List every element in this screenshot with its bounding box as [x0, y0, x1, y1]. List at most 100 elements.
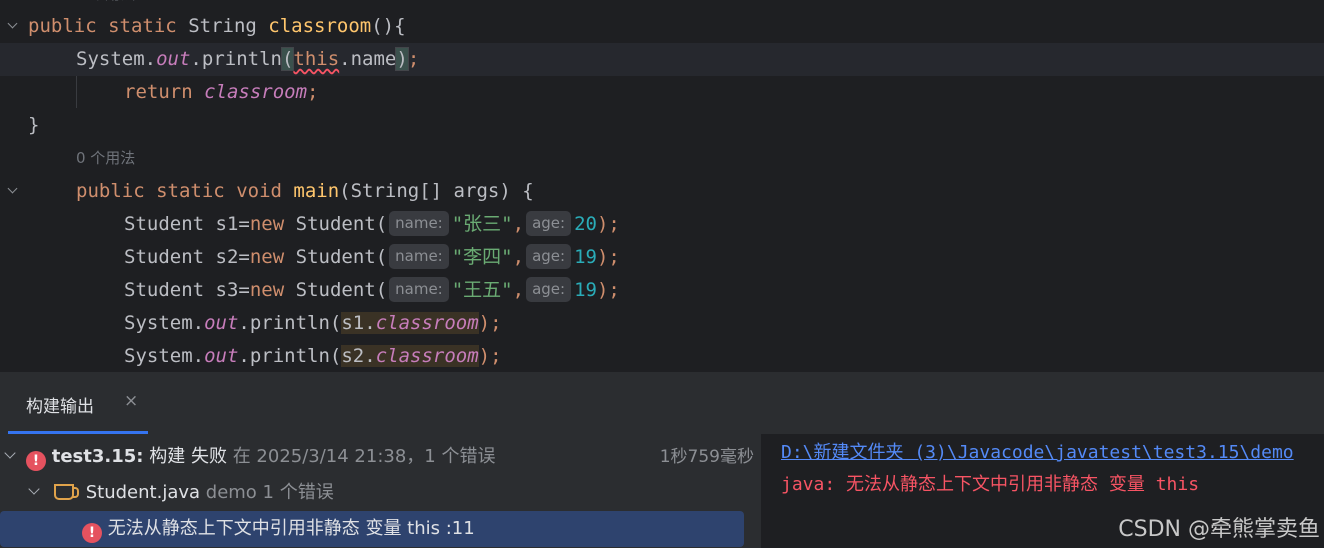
student-decl: Student s3=: [124, 279, 250, 301]
identifier-system: System.: [124, 312, 205, 334]
identifier-system: System: [76, 48, 145, 70]
console-error-prefix: java:: [781, 474, 836, 495]
constructor-call: Student(: [295, 279, 388, 301]
tree-node-build-root[interactable]: ! test3.15: 构建 失败 在 2025/3/14 21:38，1 个错…: [0, 439, 760, 475]
keyword-this-error[interactable]: this: [293, 48, 339, 70]
watermark: CSDN @牵熊掌卖鱼: [1118, 517, 1320, 542]
keyword-return: return: [124, 81, 193, 103]
field-classroom: classroom: [375, 345, 479, 367]
build-detail: 在 2025/3/14 21:38，1 个错误: [232, 446, 496, 467]
code-line-student-3[interactable]: Student s3=new Student(name: "王五", age: 19)…: [0, 274, 1324, 307]
semicolon: ;: [407, 48, 420, 70]
paren-close-highlight: ): [395, 47, 409, 71]
field-out: out: [204, 312, 239, 334]
number-literal: 20: [574, 213, 597, 235]
number-literal: 19: [574, 246, 597, 268]
usage-hint: 0 个用法: [76, 149, 136, 167]
comma: ,: [512, 213, 525, 235]
error-message: 无法从静态上下文中引用非静态 变量 this :11: [107, 518, 475, 539]
param-hint-name: name:: [389, 244, 449, 269]
build-status: 构建 失败: [149, 446, 227, 467]
string-literal: "王五": [451, 279, 513, 301]
console-error-message: 无法从静态上下文中引用非静态 变量: [846, 474, 1145, 495]
variable-ref: s1.: [341, 312, 376, 334]
string-literal: "李四": [451, 246, 513, 268]
method-classroom: classroom: [268, 15, 372, 37]
keyword-public: public: [28, 15, 97, 37]
keyword-public: public: [76, 180, 145, 202]
code-line-student-1[interactable]: Student s1=new Student(name: "张三", age: 20)…: [0, 208, 1324, 241]
method-println: .println(: [238, 312, 342, 334]
module-name: demo: [205, 482, 257, 503]
error-count: 1 个错误: [262, 482, 334, 503]
build-console[interactable]: D:\新建文件夹 (3)\Javacode\javatest\test3.15\…: [761, 434, 1324, 548]
main-params: (String[] args) {: [339, 180, 534, 202]
console-error-keyword: this: [1155, 474, 1200, 495]
param-hint-name: name:: [389, 277, 449, 302]
file-name: Student.java: [85, 482, 201, 503]
code-line-main[interactable]: public static void main(String[] args) {: [0, 175, 1324, 208]
chevron-down-icon[interactable]: [4, 449, 16, 461]
tool-tab-bar: 构建输出 ×: [0, 372, 1324, 434]
error-icon: !: [26, 451, 46, 471]
constructor-call: Student(: [295, 246, 388, 268]
statement-end: );: [596, 279, 620, 301]
close-icon[interactable]: ×: [124, 391, 138, 411]
build-tree[interactable]: ! test3.15: 构建 失败 在 2025/3/14 21:38，1 个错…: [0, 434, 760, 548]
param-hint-age: age:: [526, 211, 572, 236]
keyword-static: static: [156, 180, 225, 202]
number-literal: 19: [574, 279, 597, 301]
identifier-system: System.: [124, 345, 205, 367]
source-path-link[interactable]: D:\新建文件夹 (3)\Javacode\javatest\test3.15\…: [781, 442, 1294, 463]
param-hint-name: name:: [389, 211, 449, 236]
method-println: .println(: [238, 345, 342, 367]
code-line-print-1[interactable]: System.out.println(s1.classroom);: [0, 307, 1324, 340]
code-editor[interactable]: 0 个用法 public static String classroom(){ …: [0, 0, 1324, 371]
paren-open-highlight: (: [280, 47, 295, 71]
tree-node-file[interactable]: Student.java demo 1 个错误: [0, 475, 760, 511]
java-file-icon: [54, 484, 79, 500]
build-target-name: test3.15:: [51, 446, 144, 467]
code-punct: (){: [371, 15, 406, 37]
tab-build-output[interactable]: 构建输出 ×: [8, 372, 148, 434]
fold-chevron-icon[interactable]: [6, 184, 20, 198]
keyword-new: new: [249, 279, 285, 301]
statement-end: );: [478, 345, 502, 367]
code-line-2[interactable]: System.out.println(this.name);: [0, 43, 1324, 76]
fold-chevron-icon[interactable]: [6, 19, 20, 33]
keyword-new: new: [249, 213, 285, 235]
chevron-down-icon[interactable]: [28, 485, 40, 497]
field-name: .name: [339, 48, 397, 70]
code-line-print-2[interactable]: System.out.println(s2.classroom);: [0, 340, 1324, 371]
type-string: String: [188, 15, 257, 37]
variable-ref: s2.: [341, 345, 376, 367]
tab-label: 构建输出: [26, 397, 94, 417]
error-icon: !: [82, 523, 102, 543]
semicolon: ;: [307, 81, 319, 103]
code-line-1[interactable]: public static String classroom(){: [0, 10, 1324, 43]
build-duration: 1秒759毫秒: [659, 447, 754, 467]
keyword-new: new: [249, 246, 285, 268]
method-println: println: [201, 48, 282, 70]
method-main: main: [293, 180, 340, 202]
param-hint-age: age:: [526, 244, 572, 269]
comma: ,: [512, 279, 525, 301]
student-decl: Student s1=: [124, 213, 250, 235]
statement-end: );: [596, 213, 620, 235]
code-line-3[interactable]: return classroom;: [0, 76, 1324, 109]
keyword-static: static: [108, 15, 177, 37]
field-out: out: [156, 48, 191, 70]
statement-end: );: [478, 312, 502, 334]
code-line-student-2[interactable]: Student s2=new Student(name: "李四", age: 19)…: [0, 241, 1324, 274]
build-tool-window: 构建输出 × ! test3.15: 构建 失败 在 2025/3/14 21:…: [0, 371, 1324, 548]
code-line-4[interactable]: }: [0, 109, 1324, 142]
closing-brace: }: [28, 114, 40, 136]
param-hint-age: age:: [526, 277, 572, 302]
field-out: out: [204, 345, 239, 367]
keyword-void: void: [236, 180, 282, 202]
statement-end: );: [596, 246, 620, 268]
string-literal: "张三": [451, 213, 513, 235]
field-classroom: classroom: [204, 81, 308, 103]
tree-node-error[interactable]: ! 无法从静态上下文中引用非静态 变量 this :11: [0, 511, 744, 547]
comma: ,: [512, 246, 525, 268]
